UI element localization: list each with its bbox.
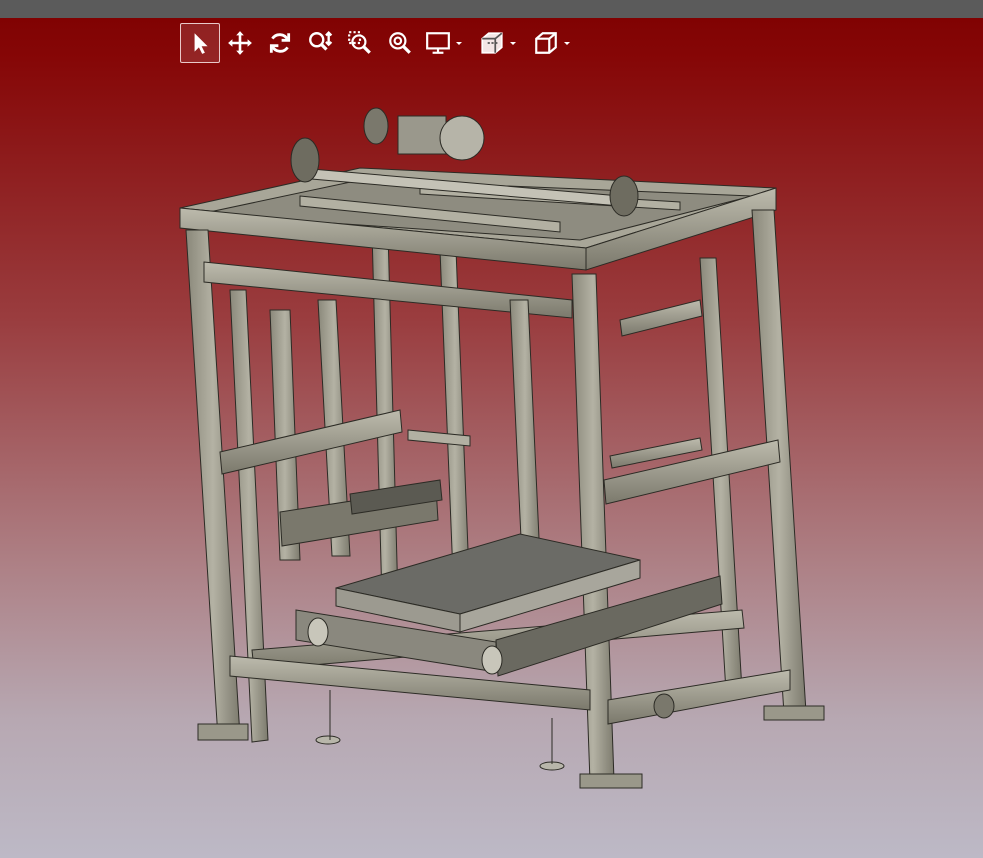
section-view-button[interactable] [474, 23, 510, 63]
section-cube-icon [481, 32, 503, 54]
zoom-tool-button[interactable] [300, 23, 340, 63]
title-strip [0, 0, 983, 18]
machine-frame-model[interactable] [0, 18, 983, 858]
zoom-fit-icon [389, 32, 411, 54]
display-mode-button[interactable] [420, 23, 456, 63]
zoom-fit-tool-button[interactable] [380, 23, 420, 63]
zoom-updown-icon [309, 31, 333, 51]
zoom-window-tool-button[interactable] [340, 23, 380, 63]
view-toolbar [180, 22, 582, 64]
pan-tool-button[interactable] [220, 23, 260, 63]
monitor-icon [426, 32, 450, 54]
move-arrows-icon [228, 31, 252, 55]
3d-viewport[interactable] [0, 18, 983, 858]
zoom-box-icon [348, 31, 371, 54]
standard-views-button[interactable] [528, 23, 564, 63]
chevron-down-icon [456, 42, 462, 45]
chevron-down-icon [510, 42, 516, 45]
rotate-tool-button[interactable] [260, 23, 300, 63]
rotate-icon [269, 33, 291, 53]
cube-view-icon [535, 32, 557, 54]
arrow-pointer-icon [194, 33, 208, 54]
standard-views-dropdown[interactable] [528, 23, 582, 63]
section-view-dropdown[interactable] [474, 23, 528, 63]
chevron-down-icon [564, 42, 570, 45]
display-mode-dropdown[interactable] [420, 23, 474, 63]
select-tool-button[interactable] [180, 23, 220, 63]
